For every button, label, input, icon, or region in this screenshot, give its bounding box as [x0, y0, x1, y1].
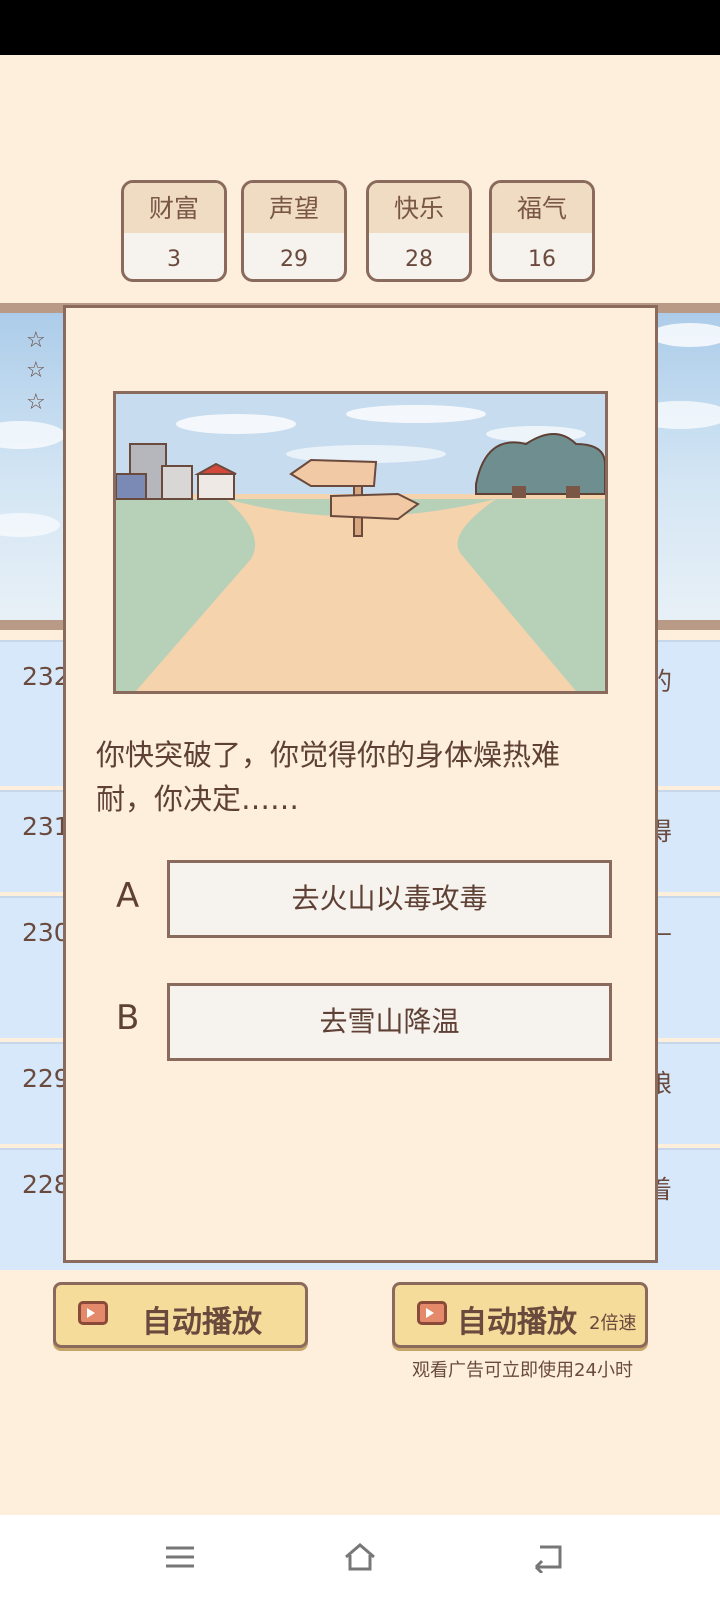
- auto-play-2x-label: 自动播放: [457, 1305, 577, 1340]
- video-camera-icon: [417, 1301, 447, 1325]
- option-b-letter: B: [116, 998, 140, 1038]
- auto-play-button[interactable]: 自动播放: [53, 1282, 308, 1348]
- stat-label: 快乐: [369, 183, 469, 233]
- star-icon: ☆: [26, 390, 46, 415]
- stat-value: 28: [405, 247, 433, 272]
- stat-value: 3: [167, 247, 181, 272]
- status-bar: [0, 0, 720, 55]
- stat-happiness: 快乐 28: [366, 180, 472, 282]
- stat-label: 声望: [244, 183, 344, 233]
- star-icon: ☆: [26, 328, 46, 353]
- stat-label: 财富: [124, 183, 224, 233]
- stat-value: 16: [528, 247, 556, 272]
- option-a-letter: A: [116, 876, 140, 916]
- stat-fortune: 福气 16: [489, 180, 595, 282]
- back-icon[interactable]: [532, 1541, 566, 1573]
- speed-label: 2倍速: [589, 1313, 637, 1334]
- event-question: 你快突破了，你觉得你的身体燥热难耐，你决定……: [96, 738, 561, 816]
- menu-icon[interactable]: [163, 1541, 197, 1573]
- crossroads-signpost-illustration: [116, 394, 605, 691]
- video-camera-icon: [78, 1301, 108, 1325]
- stat-reputation: 声望 29: [241, 180, 347, 282]
- stat-wealth: 财富 3: [121, 180, 227, 282]
- option-b-button[interactable]: 去雪山降温: [167, 983, 612, 1061]
- stat-label: 福气: [492, 183, 592, 233]
- event-modal: 你快突破了，你觉得你的身体燥热难耐，你决定…… A 去火山以毒攻毒 B 去雪山降…: [63, 305, 658, 1263]
- stat-value: 29: [280, 247, 308, 272]
- event-illustration: [113, 391, 608, 694]
- stats-panel: 财富 3 声望 29 快乐 28 福气 16: [121, 180, 601, 286]
- auto-play-2x-button[interactable]: 自动播放 2倍速: [392, 1282, 648, 1348]
- option-a-button[interactable]: 去火山以毒攻毒: [167, 860, 612, 938]
- auto-play-label: 自动播放: [142, 1305, 262, 1340]
- star-icon: ☆: [26, 358, 46, 383]
- system-nav-bar: [0, 1515, 720, 1600]
- home-icon[interactable]: [343, 1541, 377, 1573]
- ad-note: 观看广告可立即使用24小时: [412, 1360, 633, 1381]
